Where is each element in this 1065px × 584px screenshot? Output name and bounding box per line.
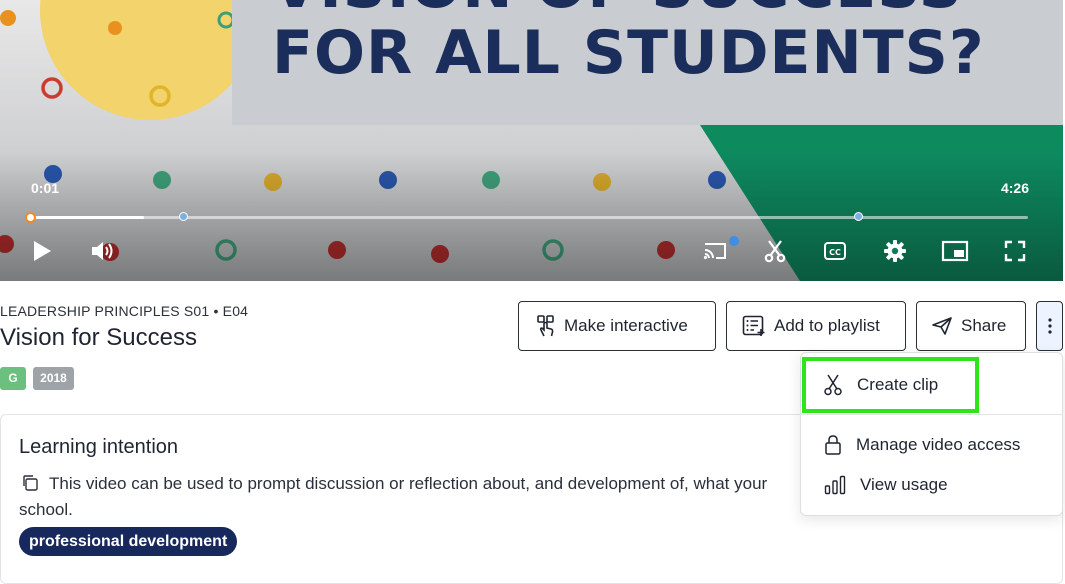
add-to-playlist-button[interactable]: Add to playlist (726, 301, 906, 351)
captions-button[interactable]: CC (820, 236, 850, 266)
manage-access-label: Manage video access (856, 435, 1021, 454)
rating-badge: G (0, 367, 26, 390)
menu-item-manage-video-access[interactable]: Manage video access (800, 425, 1063, 465)
fullscreen-icon (1004, 240, 1026, 262)
chapter-marker[interactable] (854, 212, 863, 221)
scrub-handle[interactable] (25, 212, 36, 223)
volume-button[interactable] (88, 236, 118, 266)
lock-icon (825, 435, 841, 455)
year-badge: 2018 (33, 367, 74, 390)
picture-in-picture-button[interactable] (940, 236, 970, 266)
slide-title: FOR ALL STUDENTS? (272, 18, 985, 88)
create-clip-label: Create clip (857, 375, 939, 394)
menu-item-view-usage[interactable]: View usage (800, 465, 1063, 505)
tag-professional-development[interactable]: professional development (19, 527, 238, 556)
playlist-add-icon (742, 315, 765, 336)
play-button[interactable] (27, 236, 57, 266)
clip-button[interactable] (760, 236, 790, 266)
menu-divider (800, 414, 1063, 415)
cast-button[interactable] (700, 236, 730, 266)
picture-in-picture-icon (941, 240, 969, 262)
chapter-marker[interactable] (179, 212, 188, 221)
learning-intention-heading: Learning intention (19, 436, 179, 458)
view-usage-label: View usage (860, 475, 948, 494)
scissors-icon (824, 374, 842, 396)
progress-fill (30, 216, 144, 219)
add-to-playlist-label: Add to playlist (774, 316, 880, 335)
video-player[interactable]: VISION OF SUCCESS FOR ALL STUDENTS? 0:01… (0, 0, 1063, 281)
total-time: 4:26 (1000, 180, 1029, 196)
video-title: Vision for Success (0, 324, 197, 351)
more-options-button[interactable] (1036, 301, 1063, 351)
share-label: Share (961, 316, 1007, 335)
settings-icon (884, 240, 906, 262)
settings-button[interactable] (880, 236, 910, 266)
bar-chart-icon (824, 475, 846, 495)
menu-item-create-clip[interactable]: Create clip (802, 357, 979, 413)
volume-icon (92, 242, 113, 260)
kebab-menu-icon (1047, 318, 1052, 334)
learning-intention-text: This video can be used to prompt discuss… (19, 474, 768, 519)
make-interactive-label: Make interactive (564, 316, 688, 335)
cast-icon (703, 243, 726, 260)
cast-indicator-dot (729, 236, 739, 246)
svg-text:CC: CC (829, 248, 841, 257)
captions-icon: CC (824, 242, 846, 260)
make-interactive-button[interactable]: Make interactive (518, 301, 716, 351)
send-icon (932, 317, 952, 335)
play-icon (34, 241, 51, 261)
series-episode-label: LEADERSHIP PRINCIPLES S01 • E04 (0, 303, 249, 319)
fullscreen-button[interactable] (1000, 236, 1030, 266)
touch-icon (537, 315, 554, 337)
current-time: 0:01 (31, 180, 60, 196)
scissors-icon (764, 240, 786, 263)
share-button[interactable]: Share (916, 301, 1026, 351)
